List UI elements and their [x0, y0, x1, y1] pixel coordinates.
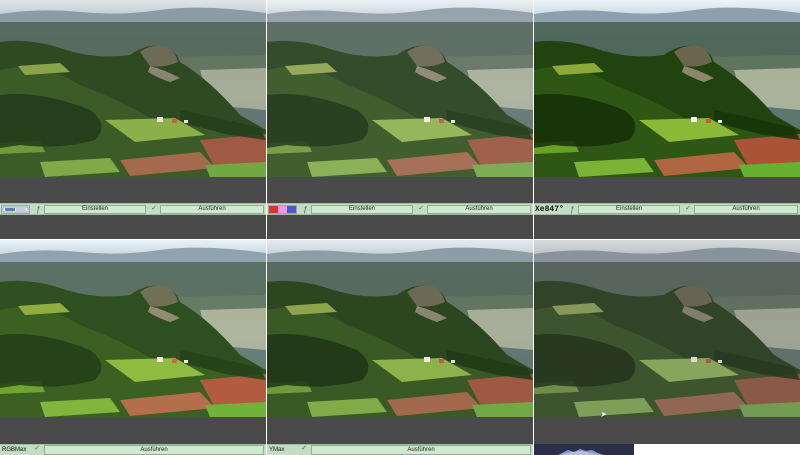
method-label: YMax — [269, 447, 285, 453]
code-label: Xe847° — [535, 205, 564, 214]
panel-bottom-3: ➤ — [534, 240, 800, 455]
panel-background — [534, 417, 800, 444]
panel-toolbar: YMax ✓ Ausführen — [267, 444, 533, 455]
panel-background — [0, 177, 266, 203]
panel-bottom-2 — [267, 240, 533, 455]
run-icon[interactable]: ✓ — [32, 445, 42, 453]
run-button[interactable]: Ausführen — [427, 205, 531, 214]
panel-background — [267, 215, 533, 239]
run-icon[interactable]: ✓ — [683, 205, 693, 213]
panel-background — [0, 417, 266, 444]
landscape-photo — [0, 240, 266, 417]
filter-icon[interactable]: ƒ — [568, 205, 577, 214]
panel-toolbar: Xe847° ƒ Einstellen ✓ Ausführen — [534, 203, 800, 215]
run-icon[interactable]: ✓ — [416, 205, 426, 213]
panel-background — [0, 215, 266, 239]
image-thumbnail-icon[interactable] — [268, 205, 297, 214]
run-button[interactable]: Ausführen — [160, 205, 264, 214]
landscape-photo: ➤ — [534, 240, 800, 417]
divider — [266, 0, 267, 455]
settings-button[interactable]: Einstellen — [311, 205, 413, 214]
panel-top-1: ƒ Einstellen ✓ Ausführen — [0, 0, 266, 240]
run-button[interactable]: Ausführen — [311, 445, 531, 455]
panel-background — [534, 177, 800, 203]
divider — [533, 0, 534, 455]
landscape-photo — [267, 0, 533, 177]
run-button[interactable]: Ausführen — [694, 205, 798, 214]
panel-top-3: Xe847° ƒ Einstellen ✓ Ausführen — [534, 0, 800, 240]
panel-toolbar: ƒ Einstellen ✓ Ausführen — [0, 203, 266, 215]
method-label: RGBMax — [2, 447, 27, 453]
filter-icon[interactable]: ƒ — [301, 205, 310, 214]
run-button[interactable]: Ausführen — [44, 445, 264, 455]
panel-toolbar: ƒ Einstellen ✓ Ausführen — [267, 203, 533, 215]
histogram-icon — [534, 444, 634, 455]
panel-background — [534, 215, 800, 239]
run-icon[interactable]: ✓ — [299, 445, 309, 453]
panel-toolbar: RGBMax ✓ Ausführen — [0, 444, 266, 455]
panel-background — [267, 177, 533, 203]
filter-icon[interactable]: ƒ — [34, 205, 43, 214]
image-thumbnail-icon[interactable] — [1, 205, 30, 214]
mouse-cursor-icon: ➤ — [600, 409, 608, 418]
settings-button[interactable]: Einstellen — [578, 205, 680, 214]
landscape-photo — [534, 0, 800, 177]
panel-background — [267, 417, 533, 444]
panel-bottom-1 — [0, 240, 266, 455]
landscape-photo — [267, 240, 533, 417]
landscape-photo — [0, 0, 266, 177]
divider — [0, 239, 800, 240]
panel-top-2: ƒ Einstellen ✓ Ausführen — [267, 0, 533, 240]
run-icon[interactable]: ✓ — [149, 205, 159, 213]
settings-button[interactable]: Einstellen — [44, 205, 146, 214]
